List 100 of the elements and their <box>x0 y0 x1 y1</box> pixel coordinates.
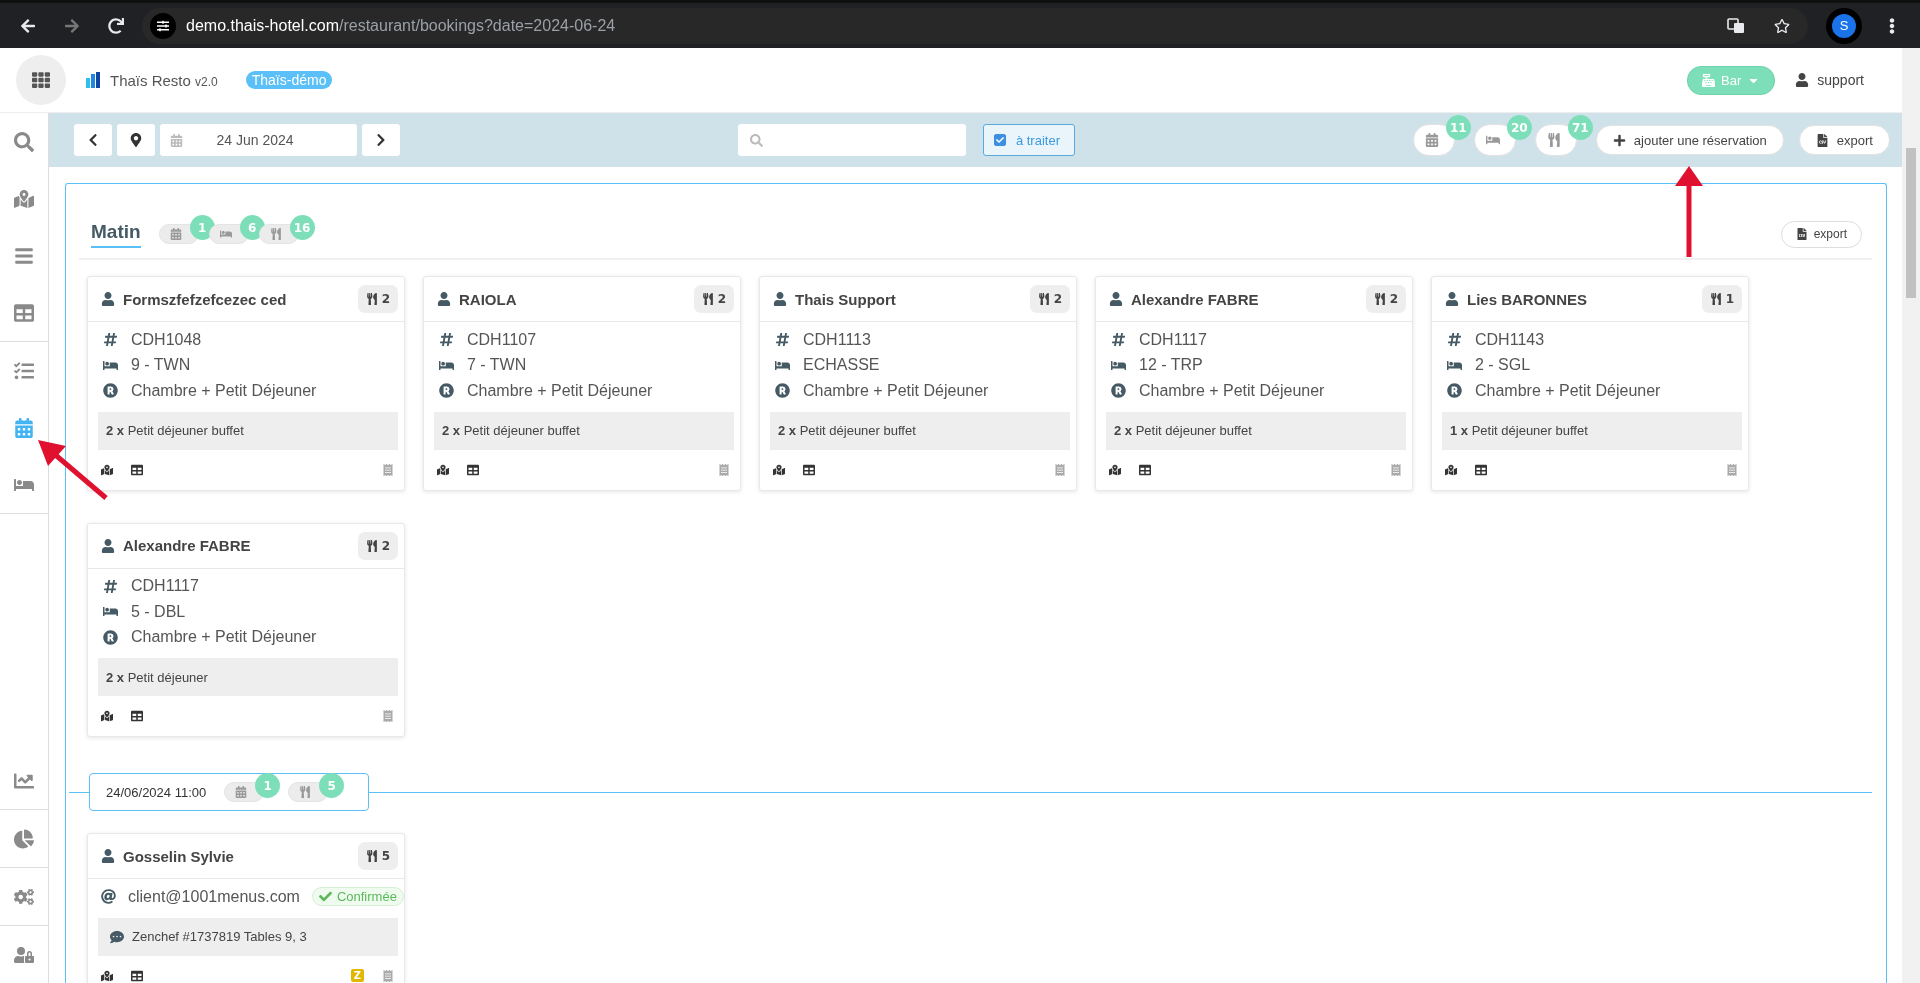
table-icon[interactable] <box>131 710 143 722</box>
rate-text: Chambre + Petit Déjeuner <box>1475 381 1661 400</box>
search-field[interactable] <box>737 124 966 156</box>
map-icon[interactable] <box>101 710 113 722</box>
booking-card[interactable]: Alexandre FABRE 2 CDH1117 12 - TRP Chambre + Petit Déjeuner 2 x Petit déjeuner buffet <box>1095 276 1413 491</box>
bed-icon <box>219 228 232 240</box>
checkbox[interactable] <box>993 134 1006 146</box>
file-icon <box>1795 228 1808 240</box>
calendar-icon[interactable] <box>14 417 34 438</box>
rate-text: Chambre + Petit Déjeuner <box>131 381 317 400</box>
status-tag: Confirmée <box>311 887 404 907</box>
hash-icon <box>437 332 455 348</box>
count-badge: 5 <box>319 773 345 798</box>
url-text: demo.thais-hotel.com/restaurant/bookings?date=2024-06-24 <box>186 16 616 35</box>
map-icon[interactable] <box>101 463 113 476</box>
receipt-icon[interactable] <box>382 463 394 476</box>
guest-name: Formszfefzefcezec ced <box>123 290 288 308</box>
receipt-icon[interactable] <box>382 710 394 722</box>
reference-text: CDH1117 <box>1139 330 1207 349</box>
export-button[interactable]: export <box>1780 220 1862 248</box>
map-icon[interactable] <box>437 463 449 476</box>
person-icon <box>1109 292 1123 306</box>
site-settings-icon[interactable] <box>150 12 176 39</box>
table-icon[interactable] <box>131 969 143 982</box>
person-icon <box>773 292 787 306</box>
bed-icon <box>1485 133 1500 147</box>
check-icon <box>318 890 332 904</box>
count-badge: 1 <box>255 773 281 798</box>
utensils-icon <box>365 850 378 862</box>
receipt-icon[interactable] <box>718 463 730 476</box>
receipt-icon[interactable] <box>1390 463 1402 476</box>
hash-icon <box>101 332 119 348</box>
table-icon[interactable] <box>1475 463 1487 476</box>
app-name: Thaïs Resto v2.0 <box>110 71 218 89</box>
user-link[interactable]: support <box>1795 72 1864 88</box>
person-icon <box>437 292 451 306</box>
location-button[interactable] <box>117 124 155 156</box>
reference-text: CDH1048 <box>131 330 202 349</box>
receipt-icon[interactable] <box>1054 463 1066 476</box>
utensils-icon <box>1709 293 1722 305</box>
list-icon[interactable] <box>14 245 34 266</box>
utensils-icon <box>701 293 714 305</box>
covers-icon <box>269 228 282 240</box>
user-lock-icon[interactable] <box>14 944 34 965</box>
covers-tag: 1 <box>1701 285 1742 313</box>
add-booking-button[interactable]: ajouter une réservation <box>1595 125 1784 155</box>
scrollbar[interactable] <box>1902 48 1920 983</box>
guest-name: Alexandre FABRE <box>123 537 252 554</box>
booking-card[interactable]: RAIOLA 2 CDH1107 7 - TWN Chambre + Petit Déjeuner 2 x Petit déjeuner buffet <box>423 276 741 491</box>
table-icon[interactable] <box>131 463 143 476</box>
covers-tag: 2 <box>357 285 398 313</box>
time-slot-title: 24/06/2024 11:00 <box>106 784 207 800</box>
gears-icon[interactable] <box>14 886 34 907</box>
address-bar[interactable]: demo.thais-hotel.com/restaurant/bookings?date=2024-06-24 <box>142 7 1808 44</box>
booking-card[interactable]: Thais Support 2 CDH1113 ECHASSE Chambre + Petit Déjeuner 2 x Petit déjeuner buffet <box>759 276 1077 491</box>
room-text: 2 - SGL <box>1475 356 1531 375</box>
covers-tag: 2 <box>693 285 734 313</box>
receipt-icon[interactable] <box>382 969 394 982</box>
search-icon[interactable] <box>14 131 34 152</box>
map-icon[interactable] <box>773 463 785 476</box>
covers-tag: 5 <box>357 842 398 870</box>
user-icon <box>1795 73 1810 87</box>
hash-icon <box>1445 332 1463 348</box>
export-button[interactable]: export <box>1798 125 1890 155</box>
source-badge: Z <box>351 969 364 982</box>
rate-text: Chambre + Petit Déjeuner <box>467 381 653 400</box>
table-icon[interactable] <box>467 463 479 476</box>
at-icon <box>101 889 116 905</box>
map-icon[interactable] <box>101 969 113 982</box>
booking-card[interactable]: Gosselin Sylvie 5 client@1001menus.com Confirmée Zenchef #1737819 Tables 9, 3 Z <box>87 833 405 983</box>
count-badge: 20 <box>1506 115 1532 140</box>
calendar-icon <box>235 786 248 798</box>
hash-icon <box>773 332 791 348</box>
map-icon[interactable] <box>1109 463 1121 476</box>
demo-badge: Thaïs-démo <box>245 71 333 89</box>
receipt-icon[interactable] <box>1726 463 1738 476</box>
map-icon[interactable] <box>1445 463 1457 476</box>
date-field[interactable]: 24 Jun 2024 <box>160 124 357 156</box>
map-pin-icon <box>129 133 143 147</box>
previous-day-button[interactable] <box>74 124 112 156</box>
apps-button[interactable] <box>16 55 66 105</box>
person-icon <box>101 292 115 306</box>
pie-chart-icon[interactable] <box>14 828 34 849</box>
booking-card[interactable]: Formszfefzefcezec ced 2 CDH1048 9 - TWN Chambre + Petit Déjeuner 2 x Petit déjeuner buffet <box>87 276 405 491</box>
table-icon[interactable] <box>803 463 815 476</box>
calendar-icon <box>170 133 183 147</box>
file-icon <box>1815 133 1829 147</box>
order-text: 1 x Petit déjeuner buffet <box>1450 423 1588 438</box>
counter-pill[interactable] <box>158 224 199 244</box>
checklist-icon[interactable] <box>14 360 34 381</box>
grid-icon <box>32 71 50 89</box>
hash-icon <box>1109 332 1127 348</box>
next-day-button[interactable] <box>362 124 400 156</box>
booking-card[interactable]: Lies BARONNES 1 CDH1143 2 - SGL Chambre + Petit Déjeuner 1 x Petit déjeuner buffet <box>1431 276 1749 491</box>
person-icon <box>1445 292 1459 306</box>
section-tab[interactable]: Matin <box>91 220 141 248</box>
covers-tag: 2 <box>1029 285 1070 313</box>
room-text: ECHASSE <box>803 356 880 375</box>
booking-card[interactable]: Alexandre FABRE 2 CDH1117 5 - DBL Chambre + Petit Déjeuner 2 x Petit déjeuner <box>87 522 405 737</box>
table-icon[interactable] <box>1139 463 1151 476</box>
